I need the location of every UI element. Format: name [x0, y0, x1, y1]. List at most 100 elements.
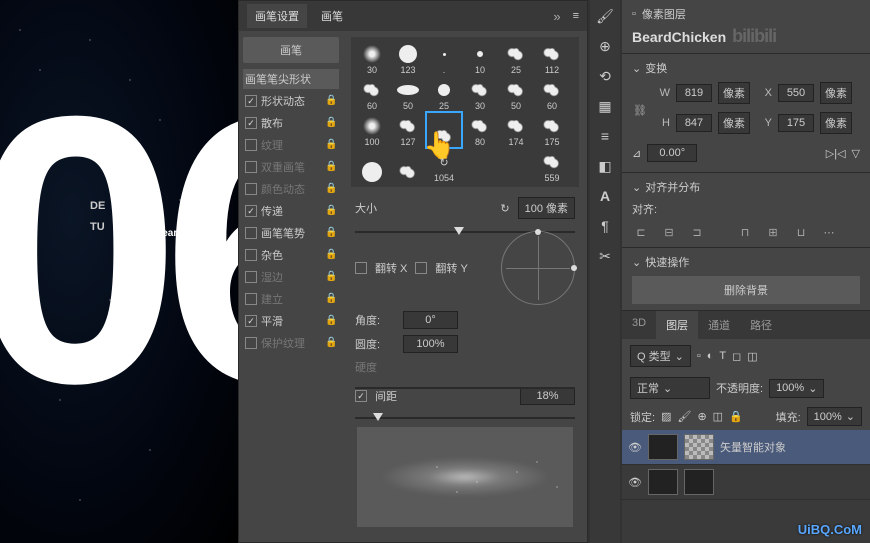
rotation-input[interactable]: 0.00° — [647, 144, 697, 162]
opt-shape-dynamics[interactable]: 形状动态🔒 — [243, 91, 339, 111]
character-icon[interactable]: A — [595, 186, 615, 206]
align-center-v-icon[interactable]: ⊞ — [764, 223, 782, 241]
filter-smart-icon[interactable]: ◫ — [747, 350, 757, 363]
brush-thumb-selected[interactable] — [427, 113, 461, 147]
brush-thumb[interactable]: 100 — [355, 113, 389, 147]
brush-thumb[interactable]: 60 — [355, 77, 389, 111]
spacing-checkbox[interactable] — [355, 390, 367, 402]
filter-adjust-icon[interactable]: ◐ — [707, 350, 714, 362]
clone-icon[interactable]: ⊕ — [595, 36, 615, 56]
filter-image-icon[interactable]: ▫ — [697, 350, 701, 362]
layer-filter-dropdown[interactable]: Q 类型⌄ — [630, 345, 691, 367]
align-more-icon[interactable]: ⋯ — [820, 223, 838, 241]
brush-thumb[interactable]: 50 — [391, 77, 425, 111]
layer-thumbnail[interactable] — [648, 469, 678, 495]
layer-mask-thumbnail[interactable] — [684, 434, 714, 460]
lock-artboard-icon[interactable]: ◫ — [713, 410, 723, 423]
opacity-input[interactable]: 100%⌄ — [769, 379, 824, 398]
size-input[interactable]: 100 像素 — [518, 197, 575, 219]
opt-smoothing[interactable]: 平滑🔒 — [243, 311, 339, 331]
brush-thumb[interactable]: 30 — [463, 77, 497, 111]
brush-thumb[interactable]: 174 — [499, 113, 533, 147]
tab-paths[interactable]: 路径 — [740, 311, 782, 339]
y-input[interactable]: 175 — [778, 114, 814, 132]
align-top-icon[interactable]: ⊓ — [736, 223, 754, 241]
opt-transfer[interactable]: 传递🔒 — [243, 201, 339, 221]
x-input[interactable]: 550 — [778, 84, 814, 102]
lock-all-icon[interactable]: 🔒 — [729, 410, 743, 423]
link-icon[interactable]: ⛓ — [632, 104, 648, 117]
flip-y-checkbox[interactable] — [415, 262, 427, 274]
filter-shape-icon[interactable]: ◻ — [732, 350, 741, 363]
tab-channels[interactable]: 通道 — [698, 311, 740, 339]
quick-actions-header[interactable]: ⌄快速操作 — [632, 254, 860, 270]
brush-thumb[interactable]: 60 — [535, 77, 569, 111]
height-input[interactable]: 847 — [676, 114, 712, 132]
opt-brush-pose[interactable]: 画笔笔势🔒 — [243, 223, 339, 243]
brush-thumb[interactable] — [391, 149, 425, 183]
transform-header[interactable]: ⌄变换 — [632, 60, 860, 76]
lock-transparent-icon[interactable]: ▨ — [661, 410, 671, 423]
brush-thumb[interactable]: 175 — [535, 113, 569, 147]
opt-texture[interactable]: 纹理🔒 — [243, 135, 339, 155]
lock-position-icon[interactable]: ⊕ — [697, 410, 706, 423]
brush-thumb[interactable]: 25 — [499, 41, 533, 75]
brush-thumb[interactable]: 50 — [499, 77, 533, 111]
tab-layers[interactable]: 图层 — [656, 311, 698, 339]
opt-noise[interactable]: 杂色🔒 — [243, 245, 339, 265]
styles-icon[interactable]: ◧ — [595, 156, 615, 176]
brush-thumb[interactable]: ↻1054 — [427, 149, 461, 183]
opt-wet-edges[interactable]: 湿边🔒 — [243, 267, 339, 287]
brush-thumb[interactable]: 559 — [535, 149, 569, 183]
flip-x-checkbox[interactable] — [355, 262, 367, 274]
tab-brush-settings[interactable]: 画笔设置 — [247, 4, 307, 28]
brush-thumb[interactable] — [355, 149, 389, 183]
visibility-icon[interactable]: 👁 — [628, 441, 642, 454]
spacing-input[interactable]: 18% — [520, 387, 575, 405]
align-header[interactable]: ⌄对齐并分布 — [632, 179, 860, 195]
tools-icon[interactable]: ✂ — [595, 246, 615, 266]
brush-thumb[interactable]: 123 — [391, 41, 425, 75]
flip-icon[interactable]: ↻ — [500, 202, 509, 215]
brush-thumb[interactable]: 25 — [427, 77, 461, 111]
history-icon[interactable]: ⟲ — [595, 66, 615, 86]
brush-thumb[interactable]: 30 — [355, 41, 389, 75]
visibility-icon[interactable]: 👁 — [628, 476, 642, 489]
lock-image-icon[interactable]: 🖌 — [677, 410, 691, 423]
align-left-icon[interactable]: ⊏ — [632, 223, 650, 241]
brush-thumb[interactable]: 10 — [463, 41, 497, 75]
brush-thumb[interactable] — [463, 149, 497, 183]
angle-input[interactable]: 0° — [403, 311, 458, 329]
brush-icon[interactable]: 🖌 — [595, 6, 615, 26]
flip-v-icon[interactable]: ▽ — [852, 147, 860, 160]
align-bottom-icon[interactable]: ⊔ — [792, 223, 810, 241]
roundness-input[interactable]: 100% — [403, 335, 458, 353]
canvas-area[interactable]: 06 DETU BeardChick — [0, 0, 238, 543]
opt-dual-brush[interactable]: 双重画笔🔒 — [243, 157, 339, 177]
opt-protect-texture[interactable]: 保护纹理🔒 — [243, 333, 339, 353]
tab-brushes[interactable]: 画笔 — [313, 4, 351, 28]
angle-widget[interactable] — [501, 231, 575, 305]
brush-thumb[interactable] — [499, 149, 533, 183]
remove-background-button[interactable]: 删除背景 — [632, 276, 860, 304]
layer-row[interactable]: 👁 矢量智能对象 — [622, 430, 870, 465]
filter-type-icon[interactable]: T — [719, 350, 726, 362]
brushes-button[interactable]: 画笔 — [243, 37, 339, 63]
brush-thumb[interactable]: 80 — [463, 113, 497, 147]
opt-brush-tip[interactable]: 画笔笔尖形状 — [243, 69, 339, 89]
fill-input[interactable]: 100%⌄ — [807, 407, 862, 426]
tab-3d[interactable]: 3D — [622, 311, 656, 339]
align-center-h-icon[interactable]: ⊟ — [660, 223, 678, 241]
layer-row[interactable]: 👁 — [622, 465, 870, 500]
opt-color-dynamics[interactable]: 颜色动态🔒 — [243, 179, 339, 199]
brush-thumb[interactable]: . — [427, 41, 461, 75]
align-right-icon[interactable]: ⊐ — [688, 223, 706, 241]
panel-collapse-icon[interactable]: » — [553, 9, 560, 24]
brush-thumb[interactable]: 127 — [391, 113, 425, 147]
paragraph-icon[interactable]: ¶ — [595, 216, 615, 236]
brush-thumb[interactable]: 112 — [535, 41, 569, 75]
opt-scattering[interactable]: 散布🔒 — [243, 113, 339, 133]
layer-thumbnail[interactable] — [648, 434, 678, 460]
opt-build-up[interactable]: 建立🔒 — [243, 289, 339, 309]
layer-name[interactable]: 矢量智能对象 — [720, 439, 786, 455]
